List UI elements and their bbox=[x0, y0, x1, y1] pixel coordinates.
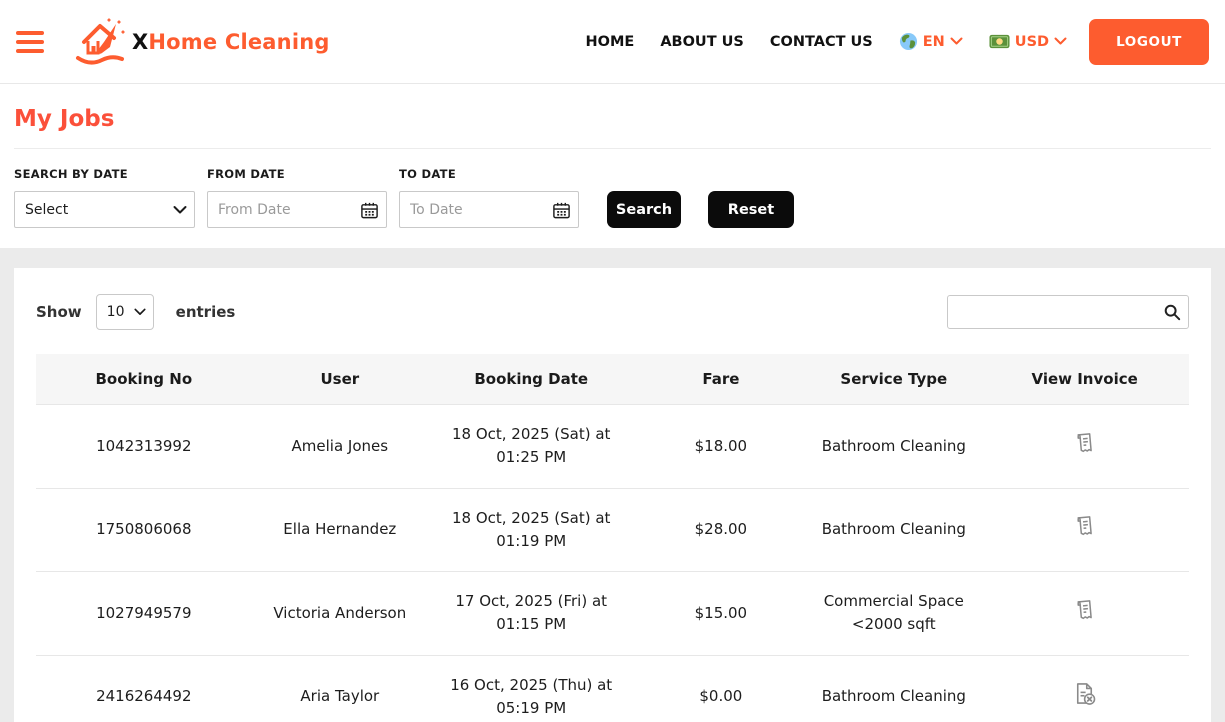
cell-fare: $28.00 bbox=[634, 487, 808, 572]
nav-about-us[interactable]: ABOUT US bbox=[660, 34, 744, 50]
cell-booking-no: 1042313992 bbox=[36, 404, 252, 488]
to-date-group: TO DATE bbox=[399, 167, 579, 228]
show-label: Show bbox=[36, 303, 82, 321]
col-booking-date: Booking Date bbox=[428, 354, 635, 405]
search-by-date-group: SEARCH BY DATE Select bbox=[14, 167, 195, 228]
view-invoice-icon[interactable] bbox=[1072, 430, 1098, 456]
cell-booking-date: 16 Oct, 2025 (Thu) at 05:19 PM bbox=[428, 654, 635, 722]
col-booking-no: Booking No bbox=[36, 354, 252, 405]
brand-name: XHome Cleaning bbox=[132, 29, 330, 54]
table-row: 1042313992 Amelia Jones 18 Oct, 2025 (Sat)… bbox=[36, 404, 1189, 488]
currency-code: USD bbox=[1014, 33, 1050, 50]
from-date-group: FROM DATE bbox=[207, 167, 387, 228]
nav-contact-us[interactable]: CONTACT US bbox=[770, 34, 873, 50]
table-header-row: Booking No User Booking Date Fare Servic… bbox=[36, 354, 1189, 405]
cell-view-invoice bbox=[980, 487, 1189, 572]
money-icon bbox=[989, 34, 1010, 49]
table-row: 2416264492 Aria Taylor 16 Oct, 2025 (Thu) … bbox=[36, 654, 1189, 722]
cell-fare: $15.00 bbox=[634, 571, 808, 655]
table-row: 1750806068 Ella Hernandez 18 Oct, 2025 (Sa… bbox=[36, 487, 1189, 572]
chevron-down-icon bbox=[1054, 37, 1067, 46]
home-cleaning-logo-icon bbox=[70, 16, 128, 68]
cell-user: Victoria Anderson bbox=[251, 571, 429, 655]
cell-service-type: Bathroom Cleaning bbox=[807, 487, 981, 572]
cell-booking-no: 2416264492 bbox=[36, 654, 252, 722]
table-row: 1027949579 Victoria Anderson 17 Oct, 2025 … bbox=[36, 571, 1189, 655]
brand-logo[interactable]: XHome Cleaning bbox=[70, 16, 330, 68]
cell-view-invoice bbox=[980, 404, 1189, 488]
table-toolbar: Show 10 entries bbox=[36, 294, 1189, 330]
cell-fare: $0.00 bbox=[634, 654, 808, 722]
globe-icon bbox=[899, 32, 918, 51]
from-date-label: FROM DATE bbox=[207, 167, 285, 181]
cell-service-type: Bathroom Cleaning bbox=[807, 404, 981, 488]
hamburger-menu-icon[interactable] bbox=[16, 30, 44, 53]
top-header: XHome Cleaning HOME ABOUT US CONTACT US … bbox=[0, 0, 1225, 84]
logout-button[interactable]: LOGOUT bbox=[1089, 18, 1209, 65]
search-button[interactable]: Search bbox=[607, 191, 681, 228]
reset-button[interactable]: Reset bbox=[708, 191, 794, 228]
page-size-select[interactable]: 10 bbox=[95, 294, 154, 330]
page-head-section: My Jobs SEARCH BY DATE Select FROM DATE bbox=[0, 84, 1225, 248]
cell-user: Amelia Jones bbox=[251, 404, 429, 488]
title-divider bbox=[14, 148, 1211, 149]
search-icon[interactable] bbox=[1163, 303, 1181, 321]
invoice-unavailable-icon[interactable] bbox=[1071, 680, 1098, 707]
page-title: My Jobs bbox=[14, 106, 115, 132]
cell-view-invoice bbox=[980, 571, 1189, 655]
col-user: User bbox=[251, 354, 429, 405]
chevron-down-icon bbox=[950, 37, 963, 46]
view-invoice-icon[interactable] bbox=[1072, 597, 1098, 623]
nav-home[interactable]: HOME bbox=[586, 34, 635, 50]
cell-booking-date: 17 Oct, 2025 (Fri) at 01:15 PM bbox=[428, 571, 635, 655]
col-fare: Fare bbox=[634, 354, 808, 405]
col-service-type: Service Type bbox=[807, 354, 981, 405]
from-date-input[interactable] bbox=[207, 191, 387, 228]
jobs-table-card: Show 10 entries Booking No User Booking … bbox=[14, 268, 1211, 722]
cell-service-type: Bathroom Cleaning bbox=[807, 654, 981, 722]
language-code: EN bbox=[922, 33, 945, 50]
search-by-date-select[interactable]: Select bbox=[14, 191, 195, 228]
cell-service-type: Commercial Space <2000 sqft bbox=[807, 571, 981, 655]
cell-view-invoice bbox=[980, 654, 1189, 722]
cell-booking-no: 1027949579 bbox=[36, 571, 252, 655]
currency-selector[interactable]: USD bbox=[989, 34, 1067, 50]
cell-booking-no: 1750806068 bbox=[36, 487, 252, 572]
entries-label: entries bbox=[175, 303, 236, 321]
to-date-input[interactable] bbox=[399, 191, 579, 228]
cell-user: Ella Hernandez bbox=[251, 487, 429, 572]
cell-user: Aria Taylor bbox=[251, 654, 429, 722]
jobs-table-body: 1042313992 Amelia Jones 18 Oct, 2025 (Sat)… bbox=[36, 404, 1189, 722]
table-search-input[interactable] bbox=[947, 295, 1189, 329]
filters-bar: SEARCH BY DATE Select FROM DATE From Dat… bbox=[14, 167, 1211, 228]
to-date-label: TO DATE bbox=[399, 167, 456, 181]
search-by-date-label: SEARCH BY DATE bbox=[14, 167, 128, 181]
view-invoice-icon[interactable] bbox=[1072, 513, 1098, 539]
cell-fare: $18.00 bbox=[634, 404, 808, 488]
main-nav: HOME ABOUT US CONTACT US EN USD bbox=[586, 32, 1068, 51]
cell-booking-date: 18 Oct, 2025 (Sat) at 01:25 PM bbox=[428, 404, 635, 488]
language-selector[interactable]: EN bbox=[899, 32, 963, 51]
jobs-table: Booking No User Booking Date Fare Servic… bbox=[36, 354, 1189, 722]
col-view-invoice: View Invoice bbox=[980, 354, 1189, 405]
cell-booking-date: 18 Oct, 2025 (Sat) at 01:19 PM bbox=[428, 487, 635, 572]
